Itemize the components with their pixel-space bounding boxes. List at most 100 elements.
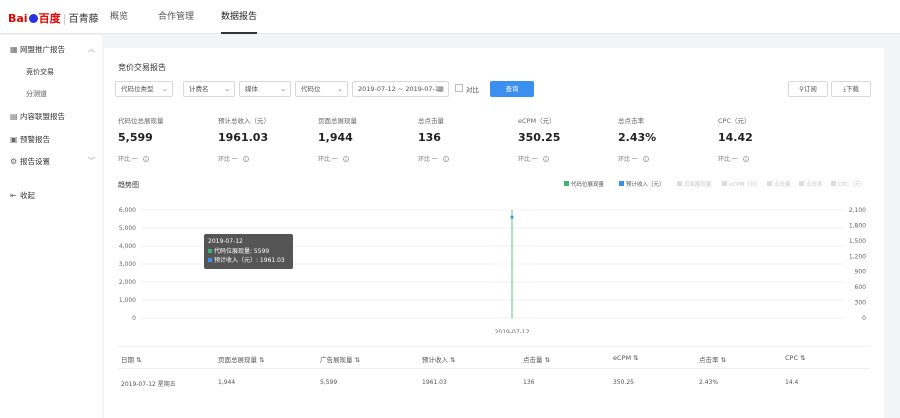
logo-text: Bai (8, 12, 28, 25)
sidebar-item-content-report[interactable]: ▤ 内容联盟报告 (10, 111, 65, 122)
nav-cooperation[interactable]: 合作管理 (158, 0, 194, 34)
billing-select[interactable]: 计费名 ⌄ (183, 81, 235, 97)
col-page-impressions[interactable]: 页面总展现量 ⇅ (218, 354, 265, 364)
sidebar-item-report-settings[interactable]: ⚙ 报告设置 (10, 156, 50, 167)
stat-clicks: 总点击量 136 环比 一 i (418, 115, 508, 163)
col-date[interactable]: 日期 ⇅ (121, 354, 142, 364)
stat-compare: 环比 一 i (218, 154, 308, 163)
sidebar-item-label: 预警报告 (20, 135, 50, 144)
compare-label: 对比 (466, 86, 479, 94)
nav-overview[interactable]: 概览 (110, 0, 128, 34)
date-range-picker[interactable]: 2019-07-12 ~ 2019-07-12 ▦ (352, 81, 449, 97)
cell-date: 2019-07-12 星期五 (121, 381, 176, 388)
legend-ctr[interactable]: 点击率 (799, 180, 823, 188)
brand-name: 百青藤 (63, 14, 99, 25)
compare-text: 环比 一 (418, 156, 438, 163)
compare-text: 环比 一 (118, 156, 138, 163)
stat-label: 代码位总展现量 (118, 117, 164, 125)
y-tick-right: 2,100 (849, 207, 866, 214)
legend-swatch (564, 181, 569, 186)
select-value: 代码位 (301, 85, 321, 93)
legend-label: 点击量 (774, 182, 791, 188)
y-tick-left: 3,000 (119, 261, 136, 268)
stat-compare: 环比 一 i (418, 154, 508, 163)
stat-label: CPC（元） (718, 117, 751, 125)
chart-tooltip: 2019-07-12 代码位展现量: 5599 预计收入（元）: 1961.03 (204, 234, 293, 269)
chevron-down-icon: ⌄ (224, 85, 230, 93)
info-icon[interactable]: i (742, 156, 749, 162)
cell-clicks: 136 (523, 379, 535, 386)
report-panel: 竞价交易报告 代码位类型 ⌄ 计费名 ⌄ 媒体 ⌄ 代码位 ⌄ 2019-07-12 ~… (104, 48, 884, 418)
select-value: 媒体 (245, 85, 258, 93)
legend-label: 预计收入（元） (626, 182, 665, 188)
col-revenue[interactable]: 预计收入 ⇅ (422, 354, 456, 364)
legend-swatch (619, 181, 624, 186)
page-title: 竞价交易报告 (118, 63, 166, 72)
tooltip-swatch (208, 248, 212, 253)
trend-title: 趋势图 (118, 181, 139, 189)
legend-estimated-revenue[interactable]: 预计收入（元） (619, 180, 665, 188)
stat-compare: 环比 一 i (318, 154, 408, 163)
compare-text: 环比 一 (218, 156, 238, 163)
sidebar-item-network-report[interactable]: ▦ 网盟推广报告 (10, 44, 65, 55)
download-button[interactable]: ⤓下载 (831, 81, 871, 97)
sidebar-collapse[interactable]: ⇤ 收起 (10, 190, 35, 201)
info-icon[interactable]: i (242, 156, 249, 162)
nav-data-report[interactable]: 数据报告 (221, 0, 258, 34)
subscribe-button[interactable]: ⚲订阅 (788, 81, 828, 97)
y-tick-right: 1,800 (849, 222, 866, 229)
legend-page-impressions[interactable]: 页面展现量 (677, 180, 712, 188)
legend-cpc[interactable]: CPC（元） (831, 180, 866, 188)
y-tick-left: 4,000 (119, 243, 136, 250)
query-button[interactable]: 查询 (490, 81, 534, 97)
sidebar: ▦ 网盟推广报告 ︿ 竞价交易 分测道 ▤ 内容联盟报告 ▣ 预警报告 ⚙ 报告设置 ﹀… (0, 35, 102, 418)
compare-text: 环比 一 (718, 156, 738, 163)
divider (118, 346, 870, 347)
stat-value: 1,944 (318, 131, 353, 144)
col-ecpm[interactable]: eCPM ⇅ (613, 354, 639, 362)
y-tick-right: 1,200 (849, 253, 866, 260)
col-clicks[interactable]: 点击量 ⇅ (523, 354, 550, 364)
chevron-down-icon[interactable]: ﹀ (88, 156, 95, 166)
tooltip-row: 代码位展现量: 5599 (208, 247, 289, 257)
chevron-down-icon: ⌄ (162, 85, 168, 93)
cell-cpc: 14.4 (785, 379, 799, 386)
select-value: 计费名 (189, 85, 209, 93)
legend-swatch (831, 181, 836, 186)
y-tick-right: 600 (855, 284, 867, 291)
chevron-up-icon[interactable]: ︿ (88, 44, 95, 54)
sidebar-item-channel[interactable]: 分测道 (26, 89, 47, 99)
y-tick-left: 6,000 (119, 207, 136, 214)
info-icon[interactable]: i (142, 156, 149, 162)
compare-checkbox[interactable] (455, 84, 463, 92)
stat-compare: 环比 一 i (718, 154, 808, 163)
cell-ecpm: 350.25 (613, 379, 634, 386)
info-icon[interactable]: i (542, 156, 549, 162)
adslot-select[interactable]: 代码位 ⌄ (295, 81, 348, 97)
baidu-logo[interactable]: Bai 百度 百青藤 (8, 10, 99, 26)
stat-estimated-revenue: 预计总收入（元） 1961.03 环比 一 i (218, 115, 308, 163)
stat-page-impressions: 页面总展现量 1,944 环比 一 i (318, 115, 408, 163)
legend-adslot-impressions[interactable]: 代码位展现量 (564, 180, 604, 188)
col-ad-impressions[interactable]: 广告展现量 ⇅ (320, 354, 360, 364)
logo-text-2: 百度 (38, 12, 61, 25)
info-icon[interactable]: i (442, 156, 449, 162)
legend-label: 点击率 (806, 182, 823, 188)
stat-value: 136 (418, 131, 441, 144)
adslot-type-select[interactable]: 代码位类型 ⌄ (115, 81, 173, 97)
col-ctr[interactable]: 点击率 ⇅ (699, 354, 726, 364)
cell-page-impressions: 1,944 (218, 379, 236, 386)
sidebar-item-bidding[interactable]: 竞价交易 (26, 67, 54, 77)
info-icon[interactable]: i (342, 156, 349, 162)
legend-ecpm[interactable]: eCPM（元） (722, 180, 761, 188)
stat-label: eCPM（元） (518, 117, 556, 125)
col-cpc[interactable]: CPC ⇅ (785, 354, 806, 362)
stat-compare: 环比 一 i (618, 154, 708, 163)
sidebar-item-label: 报告设置 (20, 157, 50, 166)
stat-value: 350.25 (518, 131, 561, 144)
media-select[interactable]: 媒体 ⌄ (239, 81, 291, 97)
sidebar-item-alert-report[interactable]: ▣ 预警报告 (10, 134, 50, 145)
legend-clicks[interactable]: 点击量 (767, 180, 791, 188)
stat-adslot-impressions: 代码位总展现量 5,599 环比 一 i (118, 115, 208, 163)
info-icon[interactable]: i (642, 156, 649, 162)
